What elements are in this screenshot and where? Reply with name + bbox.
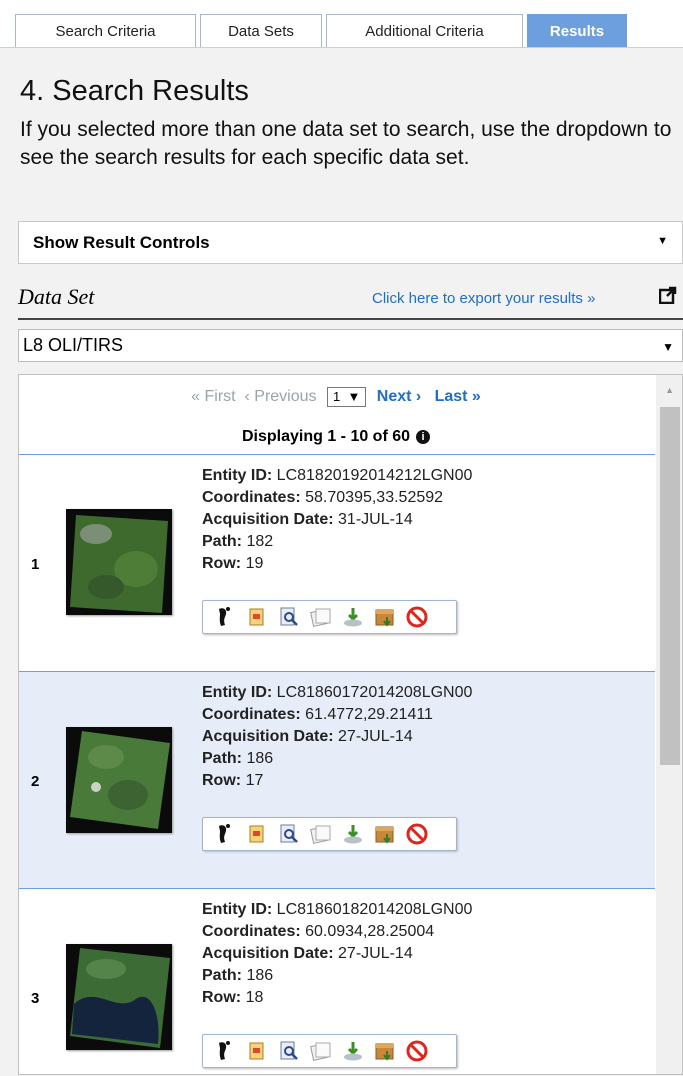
data-set-label: Data Set <box>18 284 95 309</box>
last-page-link[interactable]: Last » <box>435 388 481 405</box>
page-select-value: 1 <box>332 389 341 404</box>
acquisition-date-label: Acquisition Date: <box>202 728 334 745</box>
exclude-icon[interactable] <box>405 605 429 629</box>
section-description: If you selected more than one data set t… <box>20 118 672 169</box>
row-label: Row: <box>202 989 242 1006</box>
result-row[interactable]: 3 Entity ID: LC81860182014208LGN00 Coord… <box>19 888 655 1074</box>
caret-down-icon: ▼ <box>347 389 361 404</box>
path-value: 186 <box>246 967 274 984</box>
previous-page-link[interactable]: ‹ Previous <box>245 388 317 405</box>
download-icon[interactable] <box>341 605 365 629</box>
scroll-up-arrow-icon[interactable]: ▲ <box>665 385 674 395</box>
result-actions <box>202 600 457 634</box>
result-number: 3 <box>31 990 40 1007</box>
entity-id-value: LC81860172014208LGN00 <box>276 684 473 701</box>
footprint-icon[interactable] <box>213 605 237 629</box>
scene-thumbnail[interactable] <box>66 727 172 833</box>
coordinates-value: 61.4772,29.21411 <box>305 706 433 723</box>
exclude-icon[interactable] <box>405 1039 429 1063</box>
scene-thumbnail[interactable] <box>66 944 172 1050</box>
tab-bar: Search Criteria Data Sets Additional Cri… <box>15 14 631 47</box>
coordinates-value: 60.0934,28.25004 <box>305 923 435 940</box>
first-page-link[interactable]: « First <box>191 388 235 405</box>
compare-icon[interactable] <box>309 1039 333 1063</box>
result-count: Displaying 1 - 10 of 60 i <box>19 428 653 446</box>
data-set-selected-value: L8 OLI/TIRS <box>23 335 124 355</box>
result-details: Entity ID: LC81860172014208LGN00 Coordin… <box>202 682 472 792</box>
results-list: « First ‹ Previous 1 ▼ Next › Last » Dis… <box>18 374 683 1075</box>
result-row[interactable]: 1 Entity ID: LC81820192014212LGN00 Coord… <box>19 454 655 671</box>
result-actions <box>202 817 457 851</box>
entity-id-value: LC81820192014212LGN00 <box>276 467 473 484</box>
exclude-icon[interactable] <box>405 822 429 846</box>
compare-icon[interactable] <box>309 822 333 846</box>
result-row[interactable]: 2 Entity ID: LC81860172014208LGN00 Coord… <box>19 671 655 888</box>
row-value: 18 <box>245 989 264 1006</box>
path-value: 186 <box>246 750 274 767</box>
pager: « First ‹ Previous 1 ▼ Next › Last » <box>19 387 653 407</box>
browse-icon[interactable] <box>277 605 301 629</box>
coordinates-value: 58.70395,33.52592 <box>305 489 444 506</box>
path-label: Path: <box>202 750 242 767</box>
tab-search-criteria[interactable]: Search Criteria <box>15 14 196 47</box>
result-actions <box>202 1034 457 1068</box>
footprint-icon[interactable] <box>213 1039 237 1063</box>
acquisition-date-value: 27-JUL-14 <box>338 728 413 745</box>
path-label: Path: <box>202 533 242 550</box>
coordinates-label: Coordinates: <box>202 706 301 723</box>
divider <box>18 318 683 320</box>
browse-icon[interactable] <box>277 822 301 846</box>
acquisition-date-label: Acquisition Date: <box>202 511 334 528</box>
metadata-icon[interactable] <box>245 1039 269 1063</box>
footprint-icon[interactable] <box>213 822 237 846</box>
metadata-icon[interactable] <box>245 605 269 629</box>
entity-id-value: LC81860182014208LGN00 <box>276 901 473 918</box>
row-value: 17 <box>245 772 264 789</box>
entity-id-label: Entity ID: <box>202 684 273 701</box>
result-details: Entity ID: LC81820192014212LGN00 Coordin… <box>202 465 472 575</box>
result-number: 1 <box>31 556 40 573</box>
compare-icon[interactable] <box>309 605 333 629</box>
download-icon[interactable] <box>341 822 365 846</box>
acquisition-date-label: Acquisition Date: <box>202 945 334 962</box>
show-result-controls-label: Show Result Controls <box>33 232 210 252</box>
tab-results[interactable]: Results <box>527 14 627 47</box>
browse-icon[interactable] <box>277 1039 301 1063</box>
coordinates-label: Coordinates: <box>202 923 301 940</box>
result-count-text: Displaying 1 - 10 of 60 <box>241 428 411 445</box>
data-set-select[interactable]: L8 OLI/TIRS ▼ <box>18 329 683 362</box>
info-icon[interactable]: i <box>416 430 431 444</box>
next-page-link[interactable]: Next › <box>377 388 421 405</box>
scrollbar-thumb[interactable] <box>660 407 680 765</box>
external-link-icon[interactable] <box>659 286 677 304</box>
path-value: 182 <box>246 533 274 550</box>
download-icon[interactable] <box>341 1039 365 1063</box>
caret-down-icon: ▼ <box>657 235 668 247</box>
result-number: 2 <box>31 773 40 790</box>
caret-down-icon: ▼ <box>662 340 674 354</box>
page-title: 4. Search Results <box>20 75 249 107</box>
path-label: Path: <box>202 967 242 984</box>
bulk-download-icon[interactable] <box>373 605 397 629</box>
page-select[interactable]: 1 ▼ <box>326 387 367 407</box>
acquisition-date-value: 31-JUL-14 <box>338 511 413 528</box>
show-result-controls-toggle[interactable]: Show Result Controls ▼ <box>18 221 683 264</box>
tab-additional-criteria[interactable]: Additional Criteria <box>326 14 523 47</box>
export-results-link[interactable]: Click here to export your results » <box>372 290 595 307</box>
tab-data-sets[interactable]: Data Sets <box>200 14 322 47</box>
row-value: 19 <box>245 555 264 572</box>
metadata-icon[interactable] <box>245 822 269 846</box>
row-label: Row: <box>202 555 242 572</box>
scene-thumbnail[interactable] <box>66 509 172 615</box>
entity-id-label: Entity ID: <box>202 901 273 918</box>
results-scrollbar[interactable]: ▲ <box>656 375 682 1074</box>
bulk-download-icon[interactable] <box>373 822 397 846</box>
row-label: Row: <box>202 772 242 789</box>
bulk-download-icon[interactable] <box>373 1039 397 1063</box>
entity-id-label: Entity ID: <box>202 467 273 484</box>
result-details: Entity ID: LC81860182014208LGN00 Coordin… <box>202 899 472 1009</box>
coordinates-label: Coordinates: <box>202 489 301 506</box>
acquisition-date-value: 27-JUL-14 <box>338 945 413 962</box>
